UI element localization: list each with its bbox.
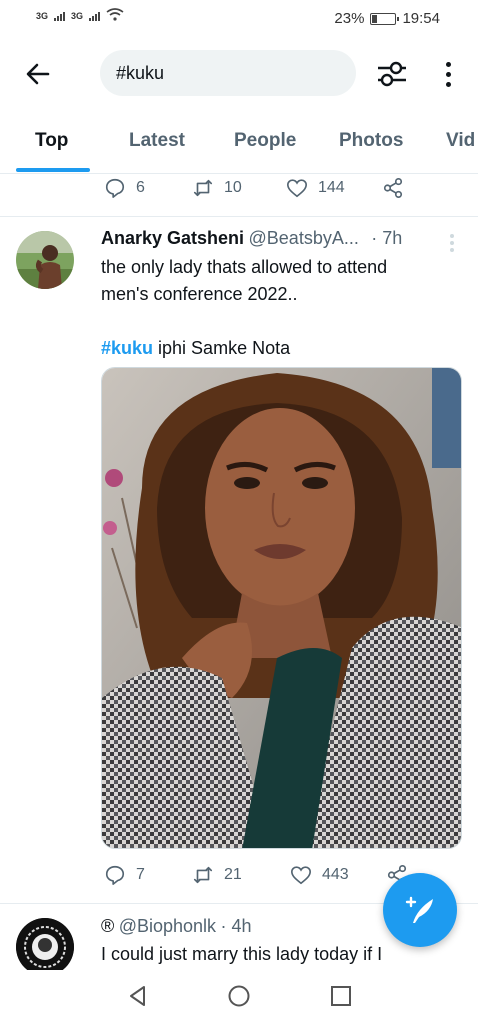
like-button[interactable]: 144 bbox=[286, 177, 382, 199]
tab-photos[interactable]: Photos bbox=[339, 130, 403, 152]
nav-back-icon[interactable] bbox=[126, 984, 150, 1008]
heart-icon bbox=[291, 866, 311, 885]
reply-icon bbox=[105, 178, 125, 198]
like-button[interactable]: 443 bbox=[290, 864, 386, 886]
more-options-icon[interactable] bbox=[436, 56, 460, 92]
nav-home-icon[interactable] bbox=[227, 984, 251, 1008]
author-name[interactable]: Anarky Gatsheni bbox=[101, 228, 244, 248]
tweet-line-3: #kuku iphi Samke Nota bbox=[101, 335, 461, 362]
filter-settings-icon[interactable] bbox=[374, 56, 410, 92]
avatar[interactable] bbox=[16, 231, 74, 289]
tweet-actions: 7 21 443 bbox=[104, 864, 408, 886]
nav-recents-icon[interactable] bbox=[329, 984, 353, 1008]
avatar-image bbox=[16, 231, 74, 289]
tweet-header: ® @Biophonlk · 4h bbox=[101, 916, 252, 937]
clock: 19:54 bbox=[402, 10, 440, 27]
compose-feather-icon bbox=[405, 896, 433, 923]
search-header: #kuku bbox=[0, 44, 478, 104]
compose-tweet-button[interactable] bbox=[383, 873, 457, 947]
signal-indicators: 3G 3G bbox=[36, 8, 124, 21]
back-arrow-icon[interactable] bbox=[22, 58, 54, 90]
tweet-line-2: men's conference 2022.. bbox=[101, 284, 298, 304]
reply-button[interactable]: 7 bbox=[104, 864, 192, 886]
tweet-line-1: the only lady thats allowed to attend bbox=[101, 257, 388, 277]
tab-top[interactable]: Top bbox=[35, 130, 68, 152]
tweet-text: the only lady thats allowed to attend me… bbox=[101, 254, 461, 362]
hashtag-link[interactable]: #kuku bbox=[101, 338, 153, 358]
retweet-count: 10 bbox=[224, 179, 242, 196]
status-right: 23% 19:54 bbox=[334, 10, 440, 27]
retweet-button[interactable]: 10 bbox=[192, 177, 286, 199]
wifi-icon bbox=[106, 8, 124, 21]
search-query: #kuku bbox=[116, 62, 165, 83]
tweet-line-3-rest: iphi Samke Nota bbox=[153, 338, 291, 358]
signal-icon bbox=[54, 12, 66, 21]
author-handle[interactable]: @BeatsbyA... bbox=[249, 228, 359, 248]
battery-icon bbox=[370, 12, 400, 25]
tweet-time: · 4h bbox=[220, 916, 252, 936]
avatar-image bbox=[16, 918, 74, 976]
author-name[interactable]: ® bbox=[101, 916, 114, 936]
network-type-2: 3G bbox=[71, 11, 84, 21]
tab-people[interactable]: People bbox=[234, 130, 296, 152]
retweet-icon bbox=[193, 179, 213, 197]
reply-count: 7 bbox=[136, 866, 145, 883]
status-bar: 3G 3G 23% 19:54 bbox=[0, 0, 478, 36]
tweet-divider bbox=[0, 216, 478, 217]
heart-icon bbox=[287, 179, 307, 198]
share-icon bbox=[383, 178, 403, 198]
reply-count: 6 bbox=[136, 179, 145, 196]
selfie-photo bbox=[102, 368, 461, 848]
retweet-count: 21 bbox=[224, 866, 242, 883]
author-handle[interactable]: @Biophonlk bbox=[119, 916, 216, 936]
retweet-button[interactable]: 21 bbox=[192, 864, 290, 886]
prev-tweet-actions: 6 10 144 bbox=[104, 177, 404, 199]
search-tabs: Top Latest People Photos Vid bbox=[0, 118, 478, 174]
search-input[interactable]: #kuku bbox=[100, 50, 356, 96]
tab-latest[interactable]: Latest bbox=[129, 130, 185, 152]
like-count: 443 bbox=[322, 866, 349, 883]
active-tab-indicator bbox=[16, 168, 90, 172]
like-count: 144 bbox=[318, 179, 345, 196]
tweet-photo[interactable] bbox=[101, 367, 462, 849]
share-button[interactable] bbox=[382, 177, 404, 199]
tweet-menu-icon[interactable] bbox=[448, 232, 456, 254]
signal-icon bbox=[89, 12, 101, 21]
tweet-time: · 7h bbox=[371, 228, 403, 248]
avatar[interactable] bbox=[16, 918, 74, 976]
reply-icon bbox=[105, 865, 125, 885]
retweet-icon bbox=[193, 866, 213, 884]
system-nav-bar bbox=[0, 970, 478, 1024]
network-type-1: 3G bbox=[36, 11, 49, 21]
tweet-text: I could just marry this lady today if I bbox=[101, 944, 383, 964]
reply-button[interactable]: 6 bbox=[104, 177, 192, 199]
tab-videos[interactable]: Vid bbox=[446, 130, 475, 152]
tweet-header: Anarky Gatsheni @BeatsbyA... · 7h bbox=[101, 228, 441, 249]
battery-percent: 23% bbox=[334, 10, 365, 27]
